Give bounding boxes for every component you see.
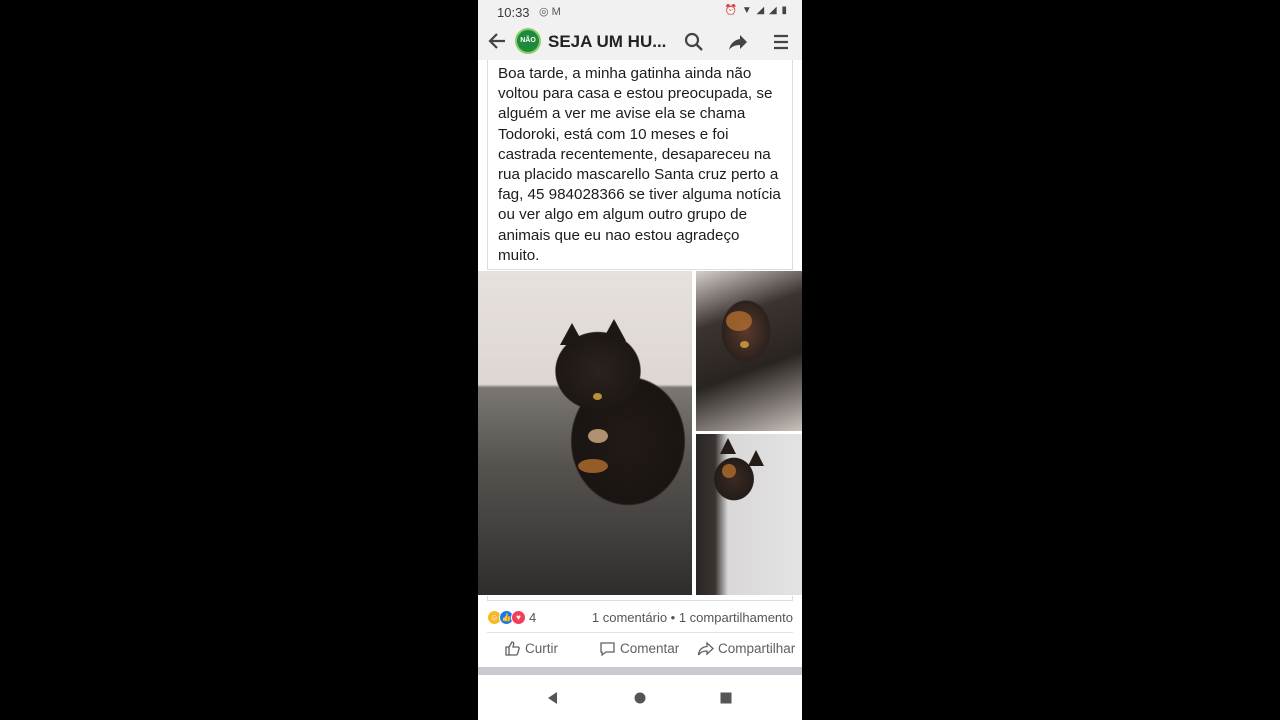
nav-back-icon[interactable] [544,689,562,707]
cat-photo-2[interactable] [696,271,802,431]
share-arrow-icon [697,641,714,656]
cat-ear [748,450,764,466]
food-crumb [578,459,608,473]
reaction-count[interactable]: 4 [529,610,536,625]
status-bar: 10:33 ◎ M ⏰ ▼ ◢ ◢ ▮ [478,0,802,24]
notification-icons: ◎ M [539,5,561,18]
back-arrow-icon[interactable] [486,30,508,52]
nav-recents-icon[interactable] [717,689,735,707]
cat-eye [593,393,602,400]
cat-patch [588,429,608,443]
group-logo[interactable]: NÃO [515,28,541,54]
system-icons: ⏰ ▼ ◢ ◢ ▮ [725,5,788,16]
like-label: Curtir [525,641,558,656]
post-actions: Curtir Comentar Compartilhar [478,636,802,666]
cat-patch [722,464,736,478]
share-button[interactable]: Compartilhar [697,640,795,657]
alarm-icon: ⏰ [724,5,739,16]
comment-label: Comentar [620,641,680,656]
reactions-summary[interactable]: ☺ 👍 ♥ 4 1 comentário • 1 compartilhament… [487,606,793,628]
cat-eye [740,341,749,348]
post-photos [478,271,802,596]
system-nav-bar [478,675,802,720]
gmail-icon: M [551,6,561,18]
cat-ear [602,319,626,341]
comment-icon [600,642,615,657]
divider [487,632,793,633]
search-icon[interactable] [683,31,705,53]
nav-home-icon[interactable] [631,689,649,707]
group-title[interactable]: SEJA UM HU... [548,32,666,52]
whatsapp-icon: ◎ [539,6,549,18]
battery-icon: ▮ [781,5,788,16]
wifi-icon: ▼ [741,5,753,16]
phone-screen: 10:33 ◎ M ⏰ ▼ ◢ ◢ ▮ NÃO SEJA UM HU... Bo… [478,0,802,720]
share-icon[interactable] [727,31,749,53]
app-bar: NÃO SEJA UM HU... [478,24,802,60]
cat-ear [720,438,736,454]
card-border [487,596,793,601]
menu-icon[interactable] [770,31,792,53]
love-reaction-icon: ♥ [511,610,526,625]
cat-ear [560,323,584,345]
share-label: Compartilhar [718,641,796,656]
cat-photo-3[interactable] [696,434,802,595]
cat-patch [726,311,752,331]
feed-separator [478,667,802,675]
like-button[interactable]: Curtir [504,640,558,657]
signal-icon: ◢ [756,5,766,16]
post-text: Boa tarde, a minha gatinha ainda não vol… [487,60,793,270]
status-time: 10:33 [497,5,530,20]
signal-icon: ◢ [769,5,778,16]
comment-button[interactable]: Comentar [599,640,679,657]
cat-photo-1[interactable] [478,271,692,595]
comment-share-stats[interactable]: 1 comentário • 1 compartilhamento [592,610,793,625]
thumbs-up-icon [505,641,520,656]
